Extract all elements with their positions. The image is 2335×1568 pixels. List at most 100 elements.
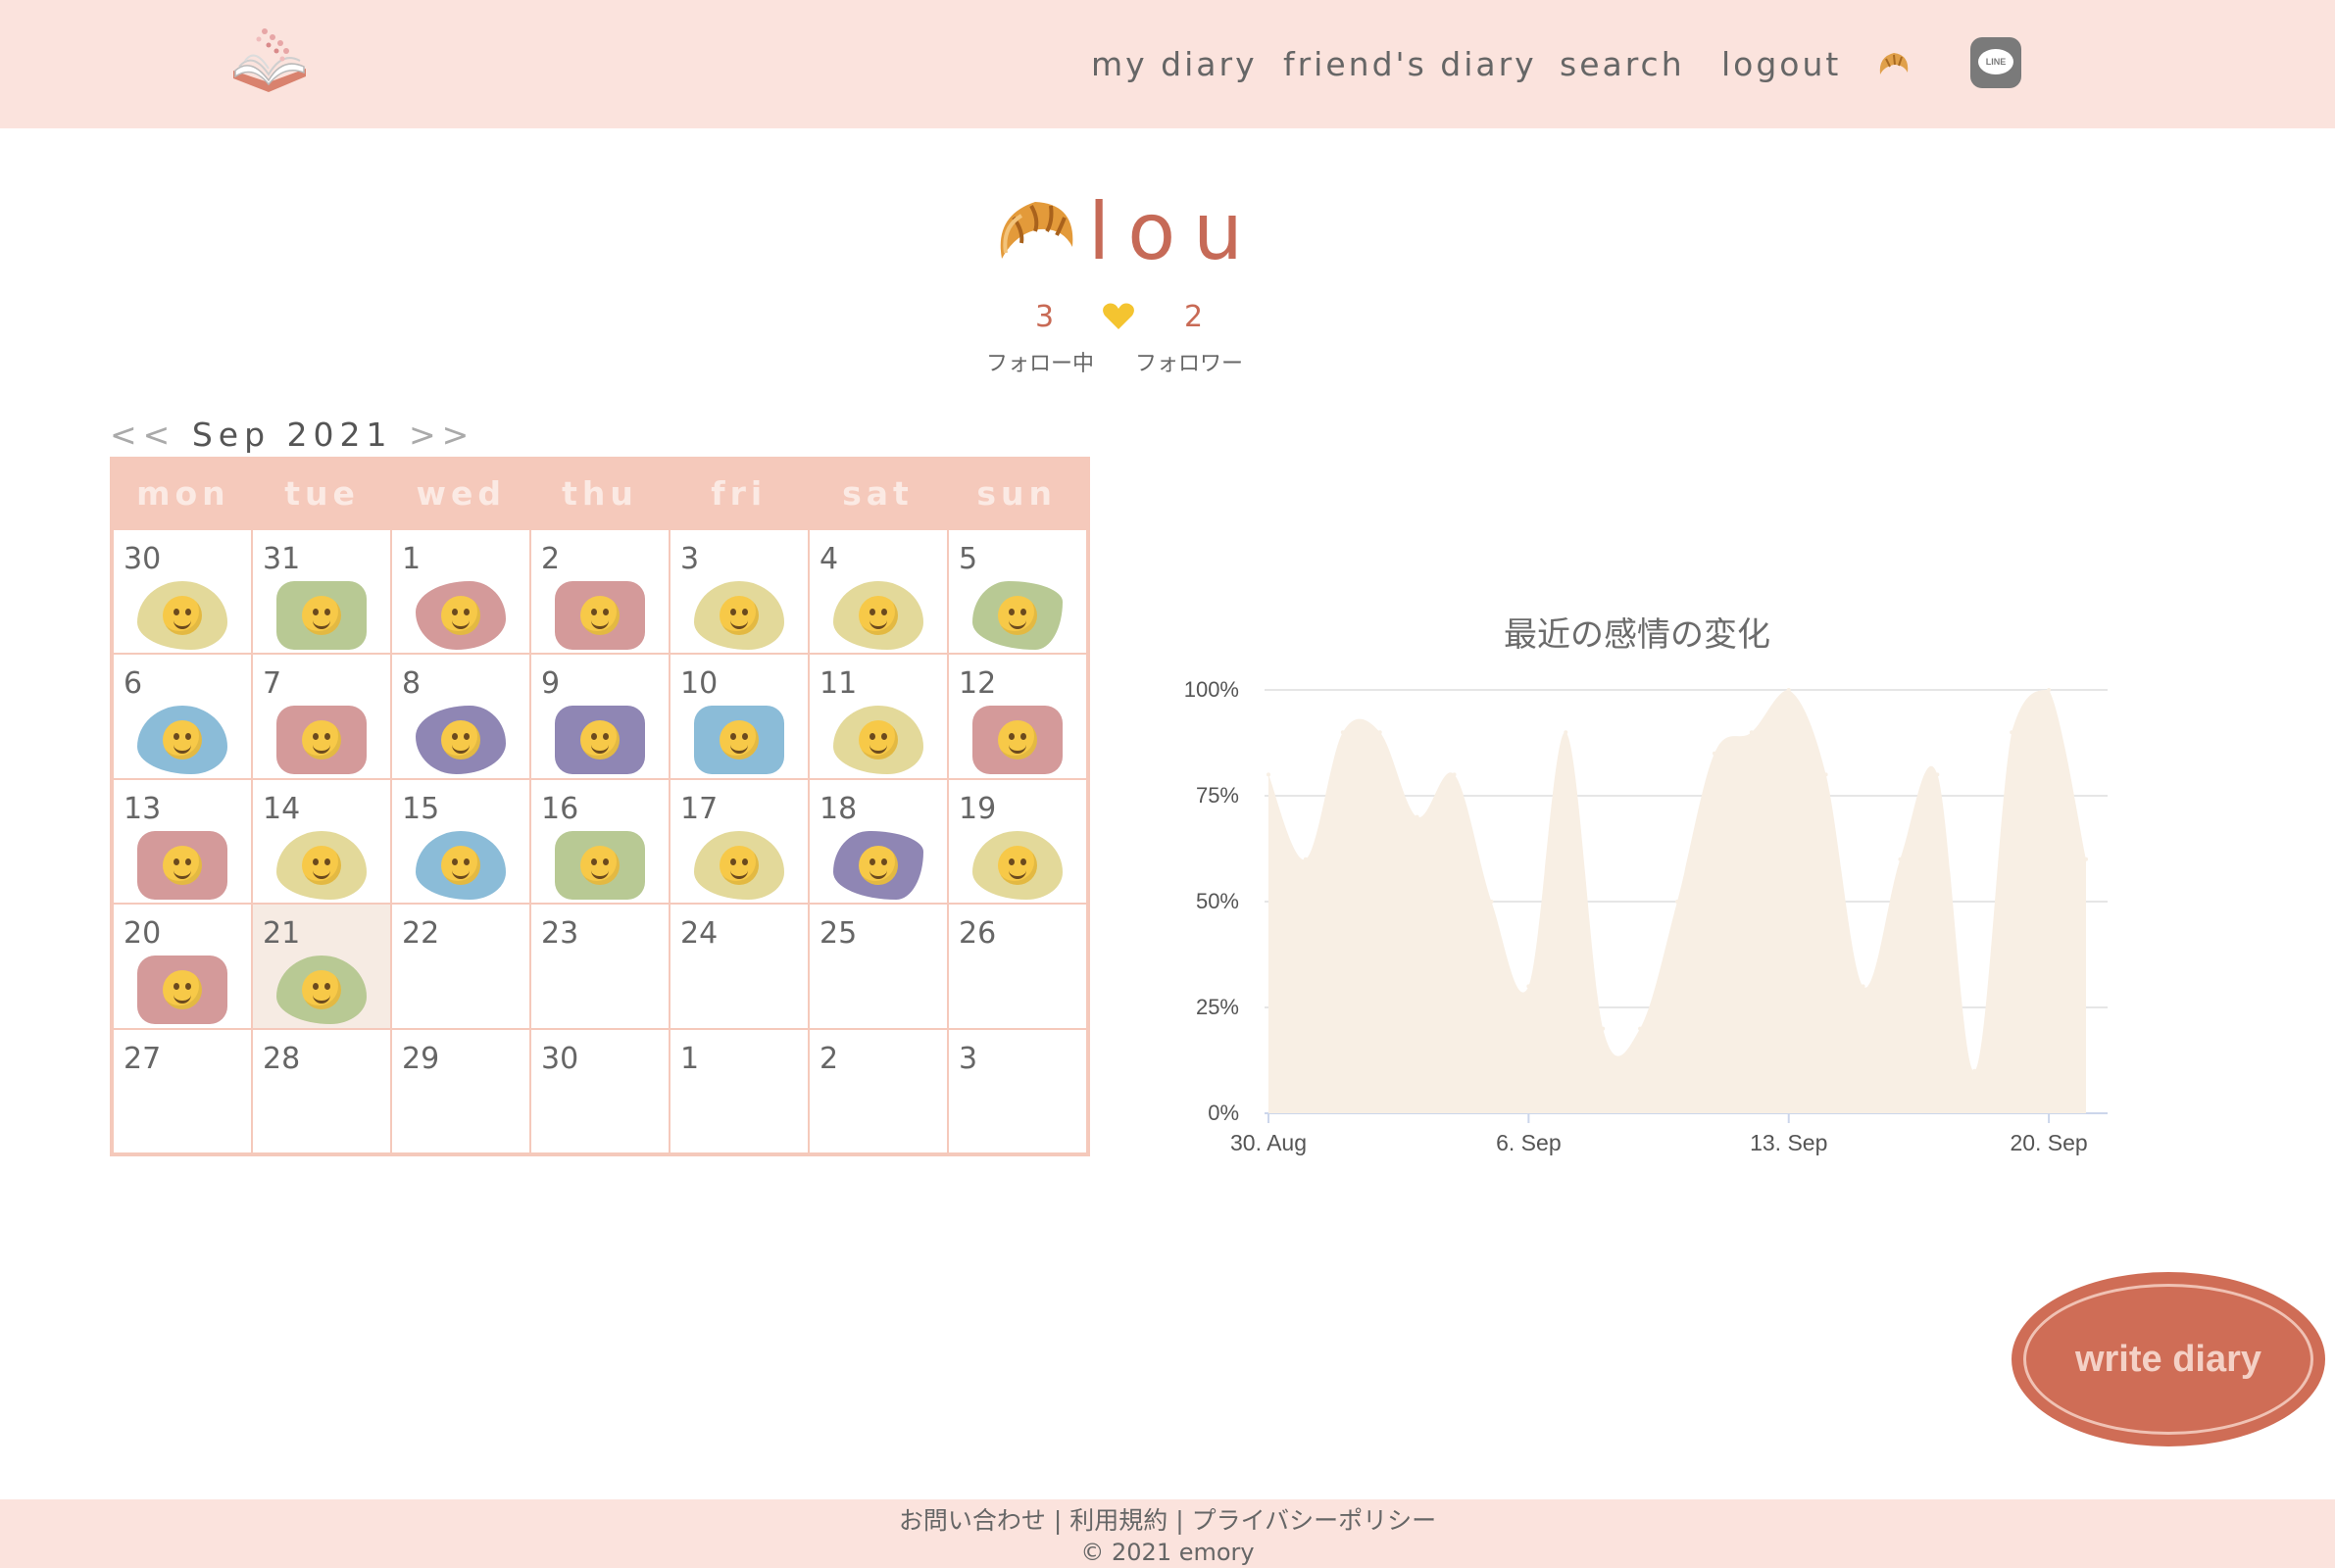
mood-blob[interactable] xyxy=(137,581,227,650)
mood-blob[interactable] xyxy=(276,706,367,775)
following-label: フォロー中 xyxy=(986,352,1095,376)
mood-blob[interactable] xyxy=(416,830,506,900)
mood-blob[interactable] xyxy=(972,581,1063,650)
calendar-day-cell[interactable]: 27 xyxy=(114,1029,251,1152)
calendar-day-number: 15 xyxy=(402,791,440,826)
emotion-area-chart: 0% 25% 50% 75% 100% 30. Aug 6. Sep 13. Sep 20. S… xyxy=(1184,677,2108,1155)
calendar-day-number: 14 xyxy=(263,791,301,826)
mood-blob[interactable] xyxy=(694,581,784,650)
calendar-day-cell[interactable]: 1 xyxy=(392,530,529,654)
calendar-day-cell[interactable]: 13 xyxy=(114,779,251,904)
calendar-day-cell[interactable]: 12 xyxy=(949,655,1086,778)
open-book-logo-icon[interactable] xyxy=(225,22,314,108)
mood-blob[interactable] xyxy=(416,581,506,650)
calendar-day-cell[interactable]: 30 xyxy=(531,1029,669,1152)
footer-link-terms[interactable]: 利用規約 xyxy=(1069,1506,1168,1535)
mood-blob[interactable] xyxy=(833,581,923,650)
mood-blob[interactable] xyxy=(833,830,923,900)
calendar-day-number: 19 xyxy=(959,791,997,826)
emotion-data-point xyxy=(1898,857,1903,861)
emotion-data-point xyxy=(2084,857,2088,861)
mood-blob[interactable] xyxy=(694,706,784,775)
calendar-day-number: 1 xyxy=(680,1041,700,1076)
calendar-day-cell[interactable]: 22 xyxy=(392,905,529,1028)
mood-blob[interactable] xyxy=(555,706,645,775)
mood-blob[interactable] xyxy=(555,830,645,900)
footer-separator: | xyxy=(1045,1506,1070,1535)
calendar-day-cell[interactable]: 25 xyxy=(810,905,947,1028)
calendar-day-cell[interactable]: 9 xyxy=(531,655,669,778)
tired-face-icon xyxy=(859,845,898,885)
emotion-data-point xyxy=(1638,1026,1643,1031)
calendar-day-number: 8 xyxy=(402,666,422,702)
emotion-data-point xyxy=(1267,772,1270,777)
calendar-day-cell[interactable]: 5 xyxy=(949,530,1086,654)
calendar-day-cell[interactable]: 7 xyxy=(253,655,390,778)
party-face-icon xyxy=(163,845,202,885)
calendar-day-cell[interactable]: 18 xyxy=(810,779,947,904)
nav-friends-diary[interactable]: friend's diary xyxy=(1283,45,1537,83)
profile-name: lou xyxy=(1088,186,1261,277)
calendar-day-cell[interactable]: 24 xyxy=(671,905,808,1028)
mood-blob[interactable] xyxy=(972,830,1063,900)
mood-blob[interactable] xyxy=(416,706,506,775)
calendar-day-number: 9 xyxy=(541,666,561,702)
mood-blob[interactable] xyxy=(694,830,784,900)
calendar-day-cell[interactable]: 30 xyxy=(114,530,251,654)
calendar-day-cell[interactable]: 26 xyxy=(949,905,1086,1028)
calendar-day-cell[interactable]: 10 xyxy=(671,655,808,778)
mood-blob[interactable] xyxy=(276,830,367,900)
calendar-day-cell[interactable]: 11 xyxy=(810,655,947,778)
calendar-day-cell[interactable]: 3 xyxy=(671,530,808,654)
weekday-wed: wed xyxy=(416,474,507,513)
calendar-day-cell[interactable]: 15 xyxy=(392,779,529,904)
calendar-day-cell[interactable]: 1 xyxy=(671,1029,808,1152)
mood-blob[interactable] xyxy=(833,706,923,775)
calendar-day-cell[interactable]: 3 xyxy=(949,1029,1086,1152)
mood-blob[interactable] xyxy=(555,581,645,650)
followers-count[interactable]: 2 xyxy=(1184,300,1203,334)
calendar-day-cell[interactable]: 21 xyxy=(253,905,390,1028)
calendar-day-cell[interactable]: 29 xyxy=(392,1029,529,1152)
calendar-day-cell[interactable]: 28 xyxy=(253,1029,390,1152)
followers-label: フォロワー xyxy=(1135,352,1244,376)
footer-link-privacy[interactable]: プライバシーポリシー xyxy=(1192,1506,1437,1535)
nav-logout[interactable]: logout xyxy=(1721,45,1841,83)
calendar-day-cell[interactable]: 17 xyxy=(671,779,808,904)
x-tick-label: 13. Sep xyxy=(1750,1130,1827,1155)
calendar-day-cell[interactable]: 2 xyxy=(810,1029,947,1152)
emotion-data-point xyxy=(1564,730,1568,735)
mood-blob[interactable] xyxy=(276,581,367,650)
nav-search[interactable]: search xyxy=(1560,45,1685,83)
calendar-day-cell[interactable]: 16 xyxy=(531,779,669,904)
calendar-day-cell[interactable]: 8 xyxy=(392,655,529,778)
croissant-icon[interactable] xyxy=(1874,45,1913,84)
line-icon[interactable]: LINE xyxy=(1970,37,2021,88)
calendar-day-cell[interactable]: 19 xyxy=(949,779,1086,904)
prev-month-button[interactable]: << xyxy=(110,416,175,454)
mood-blob[interactable] xyxy=(972,706,1063,775)
calendar-day-cell[interactable]: 6 xyxy=(114,655,251,778)
mood-blob[interactable] xyxy=(137,830,227,900)
emotion-data-point xyxy=(1377,730,1382,735)
calendar-day-cell[interactable]: 4 xyxy=(810,530,947,654)
footer-link-contact[interactable]: お問い合わせ xyxy=(899,1506,1046,1535)
calendar-day-cell[interactable]: 2 xyxy=(531,530,669,654)
nav-my-diary[interactable]: my diary xyxy=(1091,45,1258,83)
calendar-day-cell[interactable]: 31 xyxy=(253,530,390,654)
copyright: © 2021 emory xyxy=(1080,1539,1255,1566)
emotion-data-point xyxy=(1861,984,1865,989)
mood-calendar: mon tue wed thu fri sat sun 30 31 1 2 3 4 5 6 7 8… xyxy=(110,457,1090,1156)
blush-face-icon xyxy=(859,596,898,635)
mood-blob[interactable] xyxy=(137,956,227,1025)
mood-blob[interactable] xyxy=(276,956,367,1025)
next-month-button[interactable]: >> xyxy=(409,416,474,454)
emotion-data-point xyxy=(1823,772,1828,777)
calendar-day-cell[interactable]: 14 xyxy=(253,779,390,904)
write-diary-button[interactable]: write diary xyxy=(2012,1272,2325,1446)
calendar-day-cell[interactable]: 23 xyxy=(531,905,669,1028)
mood-blob[interactable] xyxy=(137,706,227,775)
following-count[interactable]: 3 xyxy=(1035,300,1054,334)
calendar-day-cell[interactable]: 20 xyxy=(114,905,251,1028)
tears-of-joy-face-icon xyxy=(441,596,480,635)
